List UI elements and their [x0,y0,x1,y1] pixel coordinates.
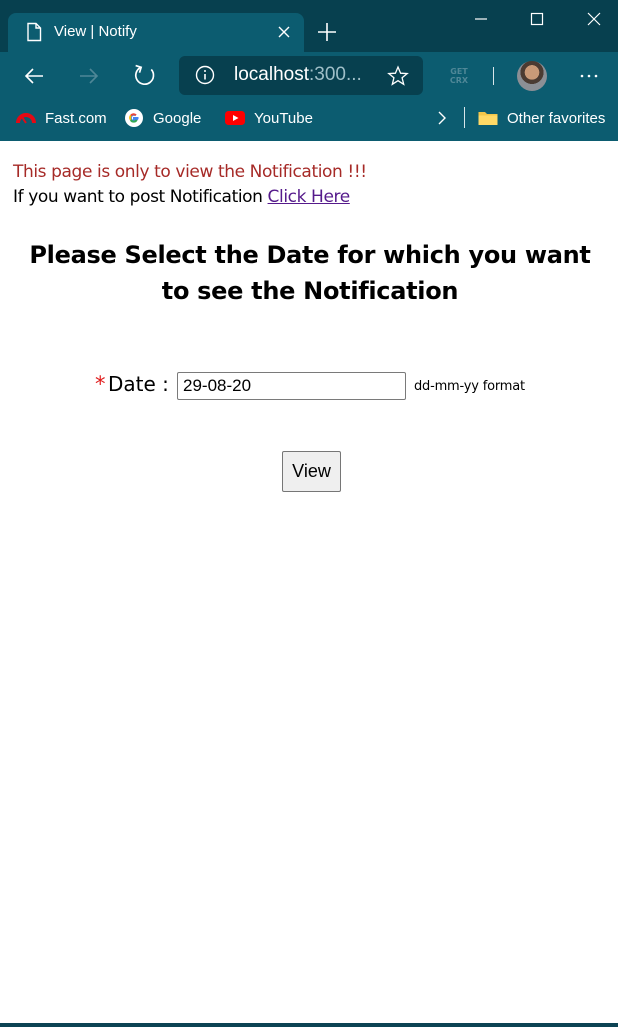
crx-label-top: GET [450,67,468,76]
bookmark-label: Fast.com [45,109,107,127]
required-mark: * [95,372,106,396]
post-prefix: If you want to post Notification [13,187,268,207]
refresh-icon[interactable] [132,63,157,88]
view-only-notice: This page is only to view the Notificati… [13,162,367,182]
back-arrow-icon[interactable] [22,64,46,88]
get-crx-extension-icon[interactable]: GET CRX [448,67,470,87]
address-bar[interactable]: localhost:300... [179,56,423,95]
more-options-icon[interactable] [578,66,600,86]
speedometer-icon [16,113,36,124]
bookmarks-divider [464,107,465,128]
bookmark-label: Google [153,109,202,127]
title-bar: View | Notify [0,0,618,52]
bookmark-label: YouTube [254,109,313,127]
view-button[interactable]: View [282,451,341,492]
page-icon [27,22,42,42]
info-icon[interactable] [195,65,215,85]
page-heading: Please Select the Date for which you wan… [29,241,591,305]
date-label: Date : [108,372,169,396]
url-host: localhost [234,64,309,85]
bookmark-youtube[interactable]: YouTube [224,106,313,130]
maximize-icon[interactable] [528,10,546,28]
close-tab-icon[interactable] [276,24,292,40]
favorite-star-icon[interactable] [387,65,409,87]
tab-title: View | Notify [54,23,137,40]
date-format-hint: dd-mm-yy format [414,379,525,394]
minimize-icon[interactable] [472,10,490,28]
date-input[interactable] [177,372,406,400]
browser-chrome: View | Notify localhost:300... GET CRX F… [0,0,618,141]
close-window-icon[interactable] [585,10,603,28]
url-text[interactable]: localhost:300... [234,64,362,86]
url-port: :300... [309,64,362,85]
window-bottom-border [0,1023,618,1027]
toolbar-divider [493,67,494,85]
click-here-link[interactable]: Click Here [268,187,351,207]
folder-icon [478,112,498,125]
browser-tab[interactable]: View | Notify [8,13,304,52]
new-tab-icon[interactable] [316,21,338,43]
bookmark-other-favorites[interactable]: Other favorites [477,106,605,130]
forward-arrow-icon[interactable] [77,64,101,88]
post-notification-line: If you want to post Notification Click H… [13,187,350,207]
profile-avatar[interactable] [517,61,547,91]
google-icon [125,109,143,127]
page-content: This page is only to view the Notificati… [0,141,618,1023]
bookmark-google[interactable]: Google [123,106,201,130]
date-row: * Date : dd-mm-yy format [95,371,565,401]
bookmark-fast-com[interactable]: Fast.com [15,106,107,130]
crx-label-bottom: CRX [449,76,469,85]
youtube-icon [225,111,245,125]
chevron-right-icon[interactable] [434,109,450,127]
bookmark-label: Other favorites [507,109,606,127]
